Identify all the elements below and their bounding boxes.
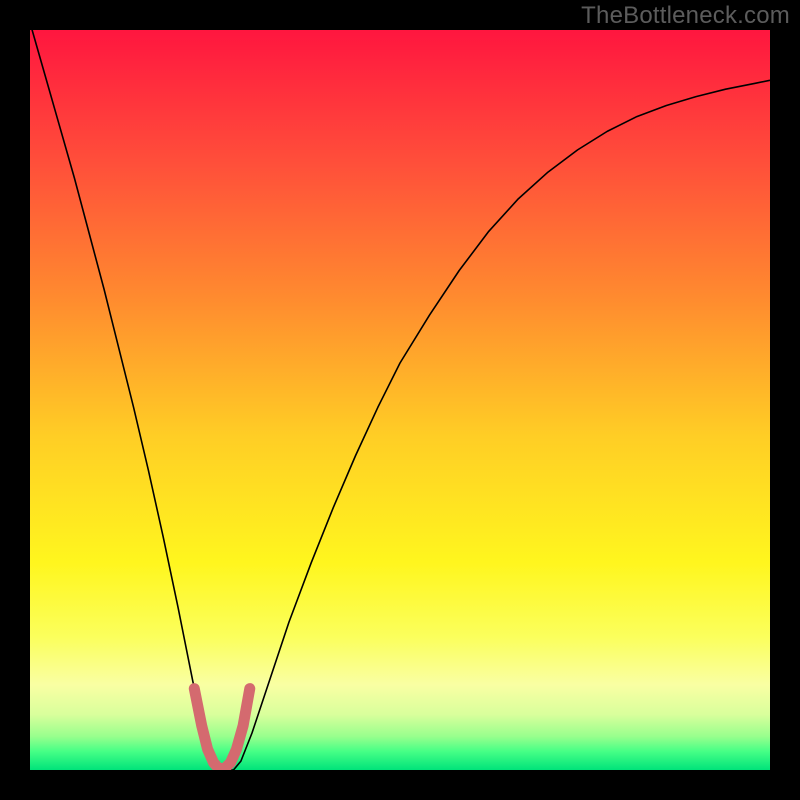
chart-frame: TheBottleneck.com [0,0,800,800]
gradient-bg [30,30,770,770]
plot-area [30,30,770,770]
watermark-text: TheBottleneck.com [581,2,790,30]
plot-svg [30,30,770,770]
